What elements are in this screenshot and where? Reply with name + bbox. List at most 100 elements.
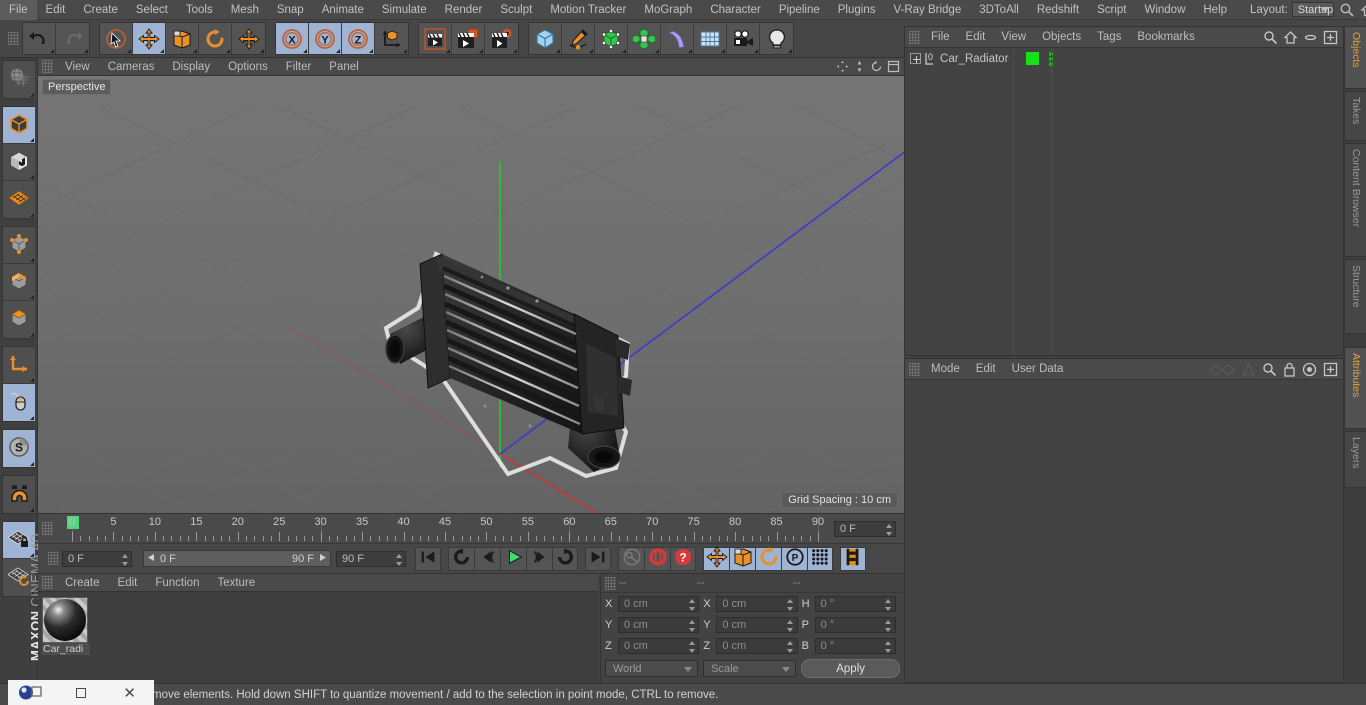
search-icon[interactable] (1263, 30, 1278, 48)
lock-x-axis-button[interactable]: X (276, 23, 309, 54)
spinner-icon[interactable] (885, 599, 892, 611)
model-mode-button[interactable] (3, 107, 35, 144)
menu-plugins[interactable]: Plugins (829, 0, 885, 20)
object-menu-tags[interactable]: Tags (1089, 27, 1129, 48)
spinner-icon[interactable] (787, 641, 794, 653)
position-key-button[interactable] (703, 546, 729, 571)
home-icon[interactable] (1283, 30, 1298, 48)
menu-3dtoall[interactable]: 3DToAll (970, 0, 1028, 20)
dropdown-corner-icon[interactable] (260, 49, 264, 53)
workplane-mode-button[interactable] (3, 181, 35, 218)
undo-button[interactable] (23, 23, 56, 54)
dropdown-corner-icon[interactable] (788, 49, 792, 53)
new-tab-icon[interactable] (1323, 362, 1338, 380)
add-modeling-object-button[interactable] (628, 23, 661, 54)
edit-render-settings-button[interactable] (485, 23, 518, 54)
dropdown-corner-icon[interactable] (30, 378, 34, 382)
dropdown-corner-icon[interactable] (688, 49, 692, 53)
coordinate-system-dropdown[interactable]: World (605, 660, 699, 677)
menu-motion-tracker[interactable]: Motion Tracker (541, 0, 635, 20)
range-right-arrow-icon[interactable] (318, 553, 327, 565)
dropdown-corner-icon[interactable] (160, 49, 164, 53)
move-tool[interactable] (133, 23, 166, 54)
material-menu-create[interactable]: Create (56, 574, 109, 592)
live-selection-tool[interactable] (100, 23, 133, 54)
material-preview-sphere[interactable] (42, 597, 88, 643)
rotation-key-button[interactable] (755, 546, 781, 571)
menu-edit[interactable]: Edit (37, 0, 75, 20)
menu-snap[interactable]: Snap (268, 0, 313, 20)
timeline-frame-field[interactable]: 0 F (834, 520, 896, 537)
perspective-viewport[interactable]: Y Z X Perspective Grid Spacing : 10 cm (38, 76, 904, 513)
dropdown-corner-icon[interactable] (479, 49, 483, 53)
next-frame-button[interactable] (526, 546, 552, 571)
material-menu-texture[interactable]: Texture (208, 574, 264, 592)
scale-tool[interactable] (166, 23, 199, 54)
menu-file[interactable]: File (0, 0, 37, 20)
menu-v-ray-bridge[interactable]: V-Ray Bridge (884, 0, 970, 20)
material-list[interactable]: Car_radi (38, 593, 598, 683)
spinner-icon[interactable] (885, 523, 892, 536)
viewport-menu-panel[interactable]: Panel (320, 58, 367, 76)
position-field[interactable]: 0 cm (618, 596, 700, 612)
dropdown-corner-icon[interactable] (556, 49, 560, 53)
play-backwards-button[interactable] (448, 546, 474, 571)
add-spline-button[interactable] (562, 23, 595, 54)
add-light-button[interactable] (760, 23, 793, 54)
viewport-menu-options[interactable]: Options (219, 58, 277, 76)
dropdown-corner-icon[interactable] (30, 93, 34, 97)
go-to-start-button[interactable] (415, 546, 441, 571)
spinner-icon[interactable] (688, 599, 695, 611)
world-object-coordinate-button[interactable] (375, 23, 408, 54)
viewport-solo-button[interactable]: S (3, 430, 35, 467)
dropdown-corner-icon[interactable] (193, 49, 197, 53)
dropdown-corner-icon[interactable] (303, 49, 307, 53)
dropdown-corner-icon[interactable] (403, 49, 407, 53)
spinner-icon[interactable] (395, 553, 402, 566)
dropdown-corner-icon[interactable] (336, 49, 340, 53)
range-left-arrow-icon[interactable] (147, 553, 156, 565)
rotate-tool[interactable] (199, 23, 232, 54)
dropdown-corner-icon[interactable] (226, 49, 230, 53)
parameter-key-button[interactable]: P (781, 546, 807, 571)
search-icon[interactable] (1339, 2, 1355, 18)
make-editable-button[interactable] (3, 61, 35, 98)
maximize-view-icon[interactable] (887, 60, 900, 76)
coordinate-drag-handle[interactable] (605, 576, 616, 590)
play-forward-button[interactable] (500, 546, 526, 571)
object-menu-view[interactable]: View (993, 27, 1034, 48)
add-primitive-button[interactable] (529, 23, 562, 54)
object-manager-drag-handle[interactable] (909, 30, 920, 44)
menu-tools[interactable]: Tools (177, 0, 222, 20)
dropdown-corner-icon[interactable] (513, 49, 517, 53)
material-item[interactable]: Car_radi (42, 597, 90, 655)
add-camera-button[interactable] (727, 23, 760, 54)
attribute-menu-edit[interactable]: Edit (968, 359, 1004, 380)
dropdown-corner-icon[interactable] (50, 49, 54, 53)
layout-dropdown[interactable]: Startup (1291, 2, 1335, 17)
playback-drag-handle[interactable] (48, 552, 59, 565)
spinner-icon[interactable] (688, 641, 695, 653)
scale-key-button[interactable] (729, 546, 755, 571)
apply-button[interactable]: Apply (801, 659, 900, 678)
tab-objects[interactable]: Objects (1344, 26, 1366, 89)
add-deformer-button[interactable] (661, 23, 694, 54)
attribute-drag-handle[interactable] (909, 362, 920, 376)
dropdown-corner-icon[interactable] (30, 333, 34, 337)
rotate-view-icon[interactable] (870, 60, 883, 76)
size-field[interactable]: 0 cm (716, 596, 798, 612)
points-mode-button[interactable] (3, 227, 35, 264)
size-field[interactable]: 0 cm (716, 617, 798, 633)
add-generator-button[interactable] (595, 23, 628, 54)
spinner-icon[interactable] (885, 641, 892, 653)
dropdown-corner-icon[interactable] (754, 49, 758, 53)
menu-redshift[interactable]: Redshift (1028, 0, 1088, 20)
attribute-menu-mode[interactable]: Mode (923, 359, 968, 380)
object-menu-objects[interactable]: Objects (1034, 27, 1089, 48)
menu-character[interactable]: Character (701, 0, 770, 20)
enable-axis-button[interactable] (3, 347, 35, 384)
material-menu-function[interactable]: Function (146, 574, 208, 592)
redo-button[interactable] (56, 23, 89, 54)
rotation-field[interactable]: 0 ° (814, 638, 896, 654)
menu-pipeline[interactable]: Pipeline (770, 0, 829, 20)
